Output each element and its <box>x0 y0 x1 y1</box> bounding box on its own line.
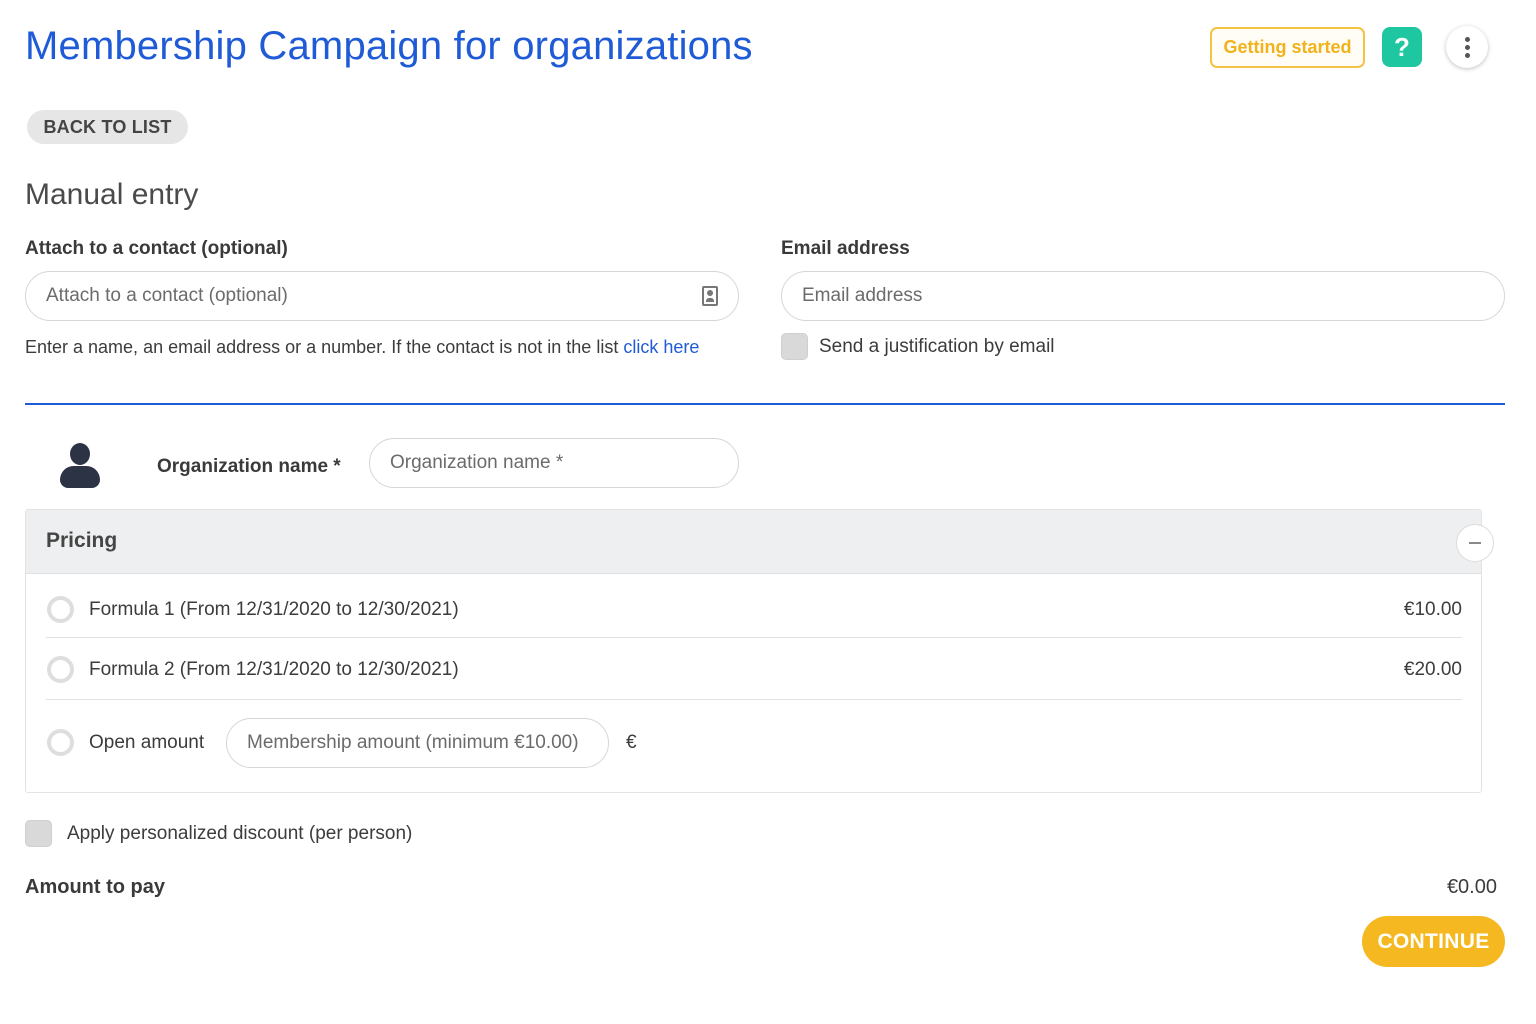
formula-2-radio[interactable] <box>47 656 74 683</box>
row-divider <box>46 637 1462 638</box>
person-body <box>60 466 100 488</box>
formula-1-price: €10.00 <box>1403 599 1462 620</box>
click-here-link[interactable]: click here <box>623 337 699 357</box>
personalized-discount-label: Apply personalized discount (per person) <box>67 823 413 844</box>
formula-1-label: Formula 1 (From 12/31/2020 to 12/30/2021… <box>89 599 459 620</box>
membership-amount-placeholder: Membership amount (minimum €10.00) <box>247 732 579 753</box>
contact-label: Attach to a contact (optional) <box>25 238 288 259</box>
more-options-button[interactable] <box>1446 26 1488 68</box>
section-title: Manual entry <box>25 178 199 211</box>
membership-amount-input[interactable]: Membership amount (minimum €10.00) <box>226 718 609 768</box>
question-icon: ? <box>1394 31 1410 62</box>
currency-symbol: € <box>626 732 637 753</box>
collapse-pricing-button[interactable] <box>1456 524 1494 562</box>
pricing-panel: Pricing Formula 1 (From 12/31/2020 to 12… <box>25 509 1482 793</box>
more-dot-icon <box>1464 52 1470 58</box>
personalized-discount-checkbox[interactable] <box>25 820 52 847</box>
continue-button[interactable]: CONTINUE <box>1362 916 1505 967</box>
amount-to-pay-value: €0.00 <box>1446 876 1497 898</box>
formula-2-label: Formula 2 (From 12/31/2020 to 12/30/2021… <box>89 659 459 680</box>
contact-book-icon[interactable] <box>702 286 718 306</box>
more-dot-icon <box>1464 44 1470 50</box>
section-divider <box>25 403 1505 405</box>
row-divider <box>46 699 1462 700</box>
contact-helper-text: Enter a name, an email address or a numb… <box>25 337 699 358</box>
email-input[interactable]: Email address <box>781 271 1505 321</box>
organization-name-input[interactable]: Organization name * <box>369 438 739 488</box>
contact-input[interactable]: Attach to a contact (optional) <box>25 271 739 321</box>
contact-helper-message: Enter a name, an email address or a numb… <box>25 337 624 357</box>
open-amount-label: Open amount <box>89 732 205 753</box>
more-dot-icon <box>1464 36 1470 42</box>
email-label: Email address <box>781 238 910 259</box>
organization-name-label: Organization name * <box>157 456 341 477</box>
getting-started-button[interactable]: Getting started <box>1210 27 1365 68</box>
amount-to-pay-label: Amount to pay <box>25 876 165 898</box>
formula-1-radio[interactable] <box>47 596 74 623</box>
minus-icon <box>1469 542 1481 544</box>
email-input-placeholder: Email address <box>802 285 923 306</box>
formula-2-price: €20.00 <box>1403 659 1462 680</box>
pricing-title: Pricing <box>46 529 118 552</box>
help-button[interactable]: ? <box>1382 27 1422 67</box>
contact-input-placeholder: Attach to a contact (optional) <box>46 285 288 306</box>
organization-name-placeholder: Organization name * <box>390 452 564 473</box>
person-head <box>70 443 90 465</box>
page-title: Membership Campaign for organizations <box>25 24 753 68</box>
send-justification-checkbox[interactable] <box>781 333 808 360</box>
back-to-list-button[interactable]: BACK TO LIST <box>27 110 188 144</box>
open-amount-radio[interactable] <box>47 729 74 756</box>
send-justification-label: Send a justification by email <box>819 336 1055 357</box>
person-icon <box>60 443 100 488</box>
pricing-header: Pricing <box>26 510 1481 574</box>
